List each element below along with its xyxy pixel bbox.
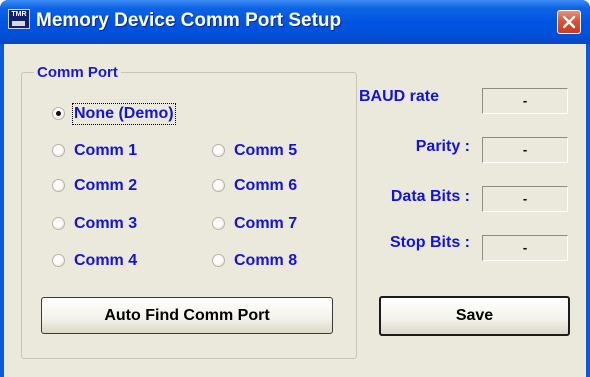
app-icon-strip — [12, 21, 25, 26]
dialog-window: TMR Memory Device Comm Port Setup Comm P… — [0, 0, 590, 377]
dialog-client-area: Comm Port None (Demo) Comm 1 Comm 2 Comm… — [4, 44, 586, 377]
radio-label: Comm 2 — [74, 177, 138, 194]
radio-circle — [52, 144, 65, 157]
stop-bits-label: Stop Bits : — [390, 234, 470, 251]
baud-rate-field: - — [482, 88, 568, 114]
radio-label: Comm 8 — [234, 252, 298, 269]
radio-circle — [52, 254, 65, 267]
radio-label: Comm 3 — [74, 215, 138, 232]
data-bits-field: - — [482, 186, 568, 212]
radio-circle — [212, 144, 225, 157]
radio-label: Comm 7 — [234, 215, 298, 232]
radio-circle — [212, 254, 225, 267]
radio-selected-dot — [56, 111, 61, 116]
comm-port-group-label: Comm Port — [34, 64, 121, 81]
radio-label: Comm 1 — [74, 142, 138, 159]
close-icon — [562, 15, 576, 29]
data-bits-label: Data Bits : — [390, 188, 470, 205]
window-title: Memory Device Comm Port Setup — [36, 10, 342, 31]
radio-circle — [52, 217, 65, 230]
save-button[interactable]: Save — [379, 296, 570, 336]
app-icon: TMR — [8, 9, 30, 29]
title-bar[interactable]: TMR Memory Device Comm Port Setup — [0, 0, 590, 44]
radio-label: Comm 5 — [234, 142, 298, 159]
radio-circle — [212, 217, 225, 230]
radio-circle — [212, 179, 225, 192]
baud-rate-label: BAUD rate — [359, 88, 440, 105]
radio-label: Comm 4 — [74, 252, 138, 269]
auto-find-comm-port-button[interactable]: Auto Find Comm Port — [41, 297, 333, 334]
parity-label: Parity : — [415, 138, 470, 155]
close-button[interactable] — [557, 10, 581, 34]
radio-label: None (Demo) — [72, 103, 176, 125]
parity-field: - — [482, 137, 568, 163]
app-icon-text: TMR — [11, 11, 27, 18]
radio-circle — [52, 179, 65, 192]
stop-bits-field: - — [482, 235, 568, 261]
radio-label: Comm 6 — [234, 177, 298, 194]
